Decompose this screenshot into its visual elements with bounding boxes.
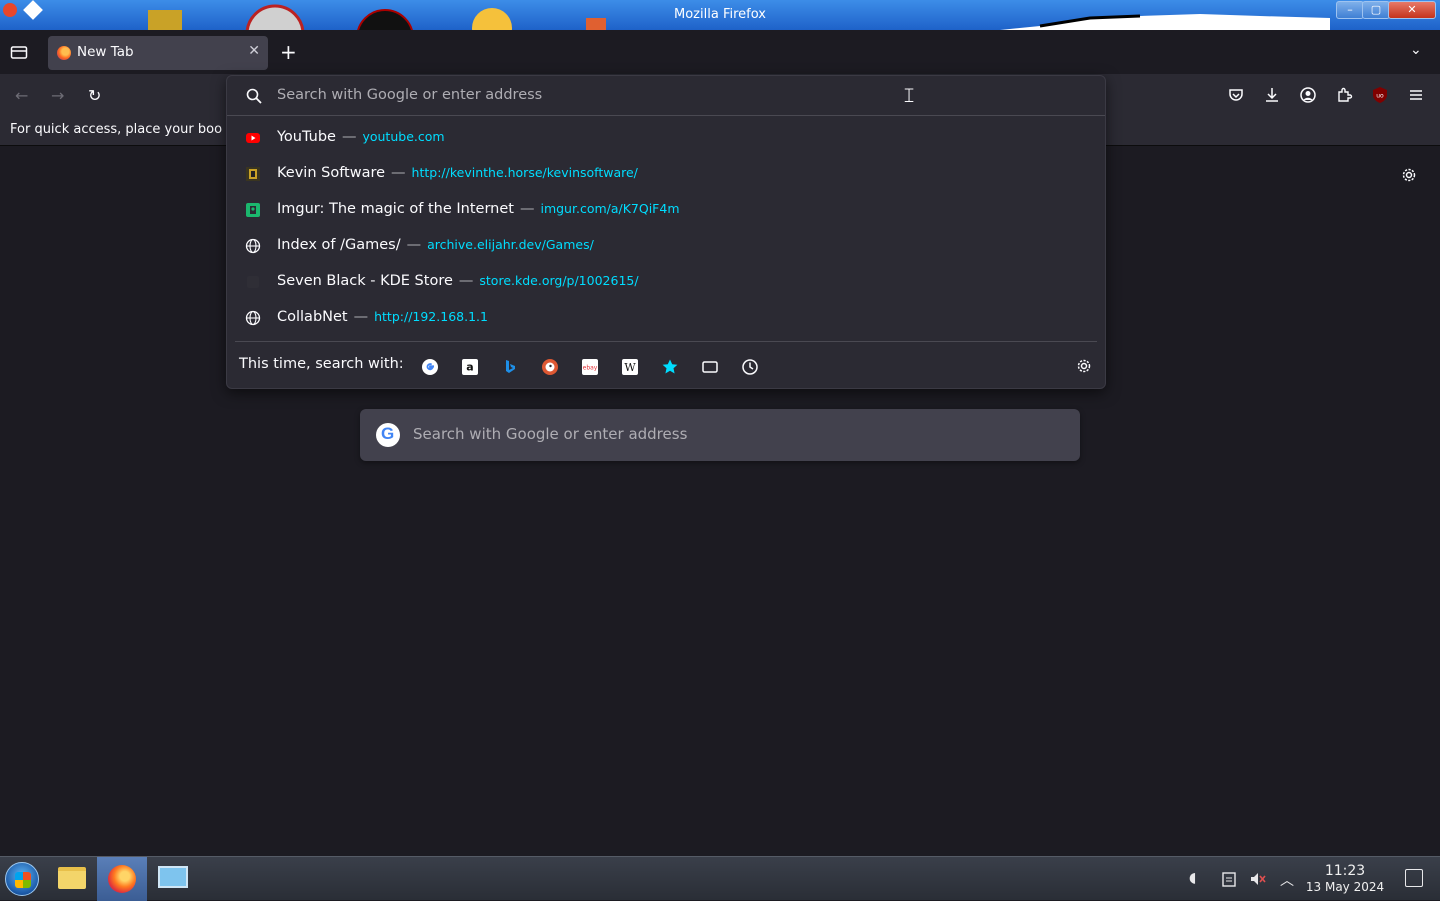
one-off-search-label: This time, search with: xyxy=(239,356,404,372)
globe-icon xyxy=(245,310,261,326)
tabs-icon[interactable] xyxy=(701,358,719,376)
result-kevin-software[interactable]: Kevin Software — http://kevinthe.horse/kev… xyxy=(227,156,1105,192)
maximize-button[interactable]: ▢ xyxy=(1362,1,1390,19)
downloads-icon[interactable] xyxy=(1263,86,1281,104)
start-menu-button[interactable] xyxy=(5,862,39,896)
urlbar-input[interactable]: Search with Google or enter address xyxy=(227,76,1105,116)
svg-text:uo: uo xyxy=(1376,93,1384,100)
google-logo-icon: G xyxy=(376,423,400,447)
page-settings-gear-icon[interactable] xyxy=(1400,166,1418,184)
ublock-origin-icon[interactable]: uo xyxy=(1371,86,1389,104)
page-search-box[interactable]: G Search with Google or enter address xyxy=(360,409,1080,461)
taskbar: ◖ ︿ 11:23 13 May 2024 xyxy=(0,856,1440,901)
google-engine-icon[interactable] xyxy=(421,358,439,376)
network-tray-icon[interactable]: ◖ xyxy=(1189,870,1207,888)
result-title: Index of /Games/ xyxy=(277,237,401,253)
notifications-icon[interactable] xyxy=(1405,869,1423,887)
taskbar-firefox[interactable] xyxy=(97,857,147,901)
result-kde-store[interactable]: Seven Black - KDE Store — store.kde.org/p/… xyxy=(227,264,1105,300)
result-url: http://192.168.1.1 xyxy=(374,309,488,324)
tab-strip: New Tab ✕ + ⌄ xyxy=(0,30,1440,74)
firefox-icon xyxy=(108,865,136,893)
list-all-tabs-icon[interactable]: ⌄ xyxy=(1410,42,1422,58)
urlbar-placeholder: Search with Google or enter address xyxy=(277,87,543,103)
taskbar-clock[interactable]: 11:23 13 May 2024 xyxy=(1300,863,1390,894)
monitor-icon xyxy=(158,866,188,888)
volume-muted-icon[interactable] xyxy=(1249,870,1267,888)
result-collabnet[interactable]: CollabNet — http://192.168.1.1 xyxy=(227,300,1105,336)
firefox-favicon-icon xyxy=(57,46,71,60)
bing-engine-icon[interactable] xyxy=(501,358,519,376)
account-icon[interactable] xyxy=(1299,86,1317,104)
history-clock-icon[interactable] xyxy=(741,358,759,376)
result-games-index[interactable]: Index of /Games/— archive.elijahr.dev/Gam… xyxy=(227,228,1105,264)
svg-text:ebay: ebay xyxy=(583,365,598,372)
clipboard-tray-icon[interactable] xyxy=(1220,870,1238,888)
globe-icon xyxy=(245,238,261,254)
window-title: Mozilla Firefox xyxy=(674,7,766,22)
close-window-button[interactable]: ✕ xyxy=(1388,1,1436,19)
menu-icon[interactable] xyxy=(1407,86,1425,104)
divider xyxy=(235,341,1097,342)
imgur-icon xyxy=(246,203,260,217)
bookmarks-hint: For quick access, place your boo xyxy=(10,122,223,137)
result-url: http://kevinthe.horse/kevinsoftware/ xyxy=(411,165,638,180)
result-title: Imgur: The magic of the Internet xyxy=(277,201,514,217)
clock-time: 11:23 xyxy=(1324,863,1366,879)
back-icon[interactable]: ← xyxy=(15,86,28,105)
close-tab-icon[interactable]: ✕ xyxy=(248,43,260,59)
window-titlebar: Mozilla Firefox – ▢ ✕ xyxy=(0,0,1440,30)
folder-icon xyxy=(58,867,86,889)
bookmarks-star-icon[interactable] xyxy=(661,358,679,376)
svg-text:W: W xyxy=(624,361,636,374)
wikipedia-engine-icon[interactable]: W xyxy=(621,358,639,376)
kde-store-icon xyxy=(247,276,259,288)
show-hidden-icons-chevron-icon[interactable]: ︿ xyxy=(1280,870,1298,889)
result-url: store.kde.org/p/1002615/ xyxy=(479,273,639,288)
firefox-view-icon[interactable] xyxy=(10,44,28,60)
reload-icon[interactable]: ↻ xyxy=(88,86,101,105)
tab-label: New Tab xyxy=(77,44,134,60)
search-settings-gear-icon[interactable] xyxy=(1075,357,1093,375)
extensions-icon[interactable] xyxy=(1335,86,1353,104)
amazon-engine-icon[interactable]: a xyxy=(461,358,479,376)
result-url: archive.elijahr.dev/Games/ xyxy=(427,237,594,252)
result-url: imgur.com/a/K7QiF4m xyxy=(540,201,680,216)
result-youtube[interactable]: YouTube — youtube.com xyxy=(227,120,1105,156)
result-imgur[interactable]: Imgur: The magic of the Internet — imgur.c… xyxy=(227,192,1105,228)
result-title: Seven Black - KDE Store xyxy=(277,273,453,289)
result-title: Kevin Software xyxy=(277,165,386,181)
new-tab-button[interactable]: + xyxy=(280,40,297,64)
minimize-button[interactable]: – xyxy=(1336,1,1364,19)
page-search-placeholder: Search with Google or enter address xyxy=(413,425,688,443)
kevin-software-icon xyxy=(246,167,260,181)
urlbar-dropdown: Search with Google or enter address 𝙸 Yo… xyxy=(226,75,1106,389)
ebay-engine-icon[interactable]: ebay xyxy=(581,358,599,376)
tab-new-tab[interactable]: New Tab ✕ xyxy=(48,36,268,70)
svg-text:a: a xyxy=(466,361,473,374)
duckduckgo-engine-icon[interactable] xyxy=(541,358,559,376)
result-title: CollabNet xyxy=(277,309,348,325)
forward-icon[interactable]: → xyxy=(51,86,64,105)
taskbar-system-settings[interactable] xyxy=(148,857,198,901)
text-cursor-icon: 𝙸 xyxy=(902,83,917,107)
taskbar-file-manager[interactable] xyxy=(46,857,96,901)
result-title: YouTube xyxy=(277,129,336,145)
pocket-icon[interactable] xyxy=(1227,86,1245,104)
urlbar-results: YouTube — youtube.com Kevin Software — http:… xyxy=(227,120,1105,336)
result-url: youtube.com xyxy=(362,129,445,144)
search-icon xyxy=(246,88,262,104)
clock-date: 13 May 2024 xyxy=(1305,880,1385,894)
youtube-icon xyxy=(246,133,260,143)
windows-logo-icon xyxy=(15,872,31,888)
